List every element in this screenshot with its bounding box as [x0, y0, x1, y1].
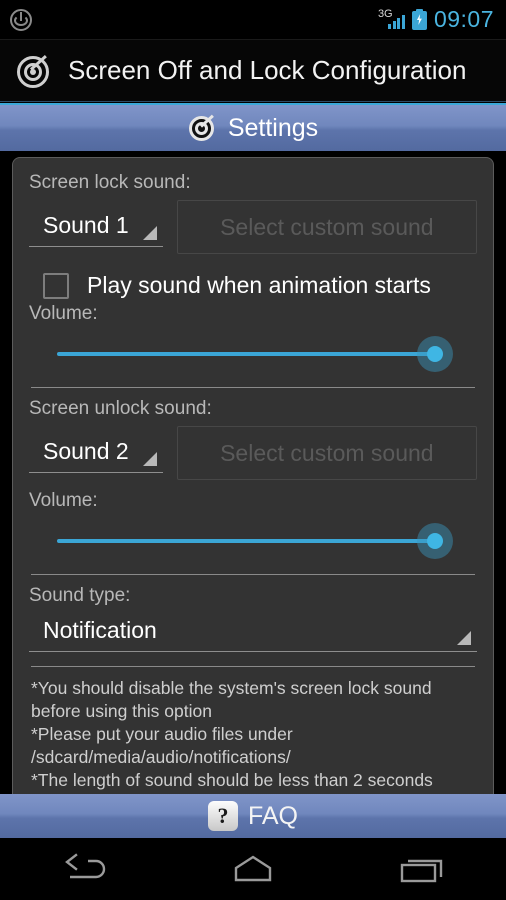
unlock-volume-label: Volume:	[29, 490, 98, 511]
question-mark-icon: ?	[207, 801, 238, 831]
settings-header: Settings	[0, 103, 506, 151]
faq-button[interactable]: ? FAQ	[0, 794, 506, 838]
lock-sound-spinner[interactable]: Sound 1	[29, 208, 163, 247]
lock-volume-thumb[interactable]	[417, 336, 453, 372]
settings-title: Settings	[227, 113, 319, 142]
app-title-bar: Screen Off and Lock Configuration	[0, 40, 506, 102]
status-bar-left	[0, 8, 32, 31]
screen-unlock-sound-label: Screen unlock sound:	[29, 398, 212, 419]
screen-unlock-sound-row: Sound 2 Select custom sound	[29, 426, 477, 480]
lock-volume-label: Volume:	[29, 303, 98, 324]
divider	[31, 574, 475, 575]
screen-lock-sound-label: Screen lock sound:	[29, 172, 191, 193]
recent-apps-icon	[394, 853, 450, 885]
target-icon	[188, 113, 218, 143]
power-icon	[10, 8, 32, 31]
unlock-volume-thumb[interactable]	[417, 523, 453, 559]
note-line-1: *You should disable the system's screen …	[31, 678, 432, 721]
back-button[interactable]	[0, 838, 169, 900]
play-sound-checkbox[interactable]	[43, 272, 69, 299]
recent-apps-button[interactable]	[337, 838, 506, 900]
unlock-volume-track	[57, 539, 431, 543]
home-icon	[225, 853, 281, 885]
battery-charging-icon	[411, 9, 427, 30]
back-icon	[58, 853, 110, 885]
lock-select-custom-sound-button[interactable]: Select custom sound	[176, 200, 477, 254]
play-sound-on-animation-row[interactable]: Play sound when animation starts	[43, 272, 477, 299]
lock-volume-track	[57, 352, 431, 356]
note-line-3: *The length of sound should be less than…	[31, 770, 433, 790]
unlock-sound-value: Sound 2	[43, 437, 129, 464]
phone-screen: 3G 09:07 Screen Off and Lock Configurati…	[0, 0, 506, 900]
settings-panel[interactable]: Screen lock sound: Sound 1 Select custom…	[12, 157, 494, 794]
status-bar-clock: 09:07	[433, 6, 494, 32]
screen-lock-sound-row: Sound 1 Select custom sound	[29, 200, 477, 254]
home-button[interactable]	[169, 838, 338, 900]
note-line-2: *Please put your audio files under /sdca…	[31, 724, 293, 767]
chevron-down-icon	[457, 631, 471, 645]
sound-type-label: Sound type:	[29, 585, 131, 606]
notes-block: *You should disable the system's screen …	[31, 677, 475, 792]
divider	[31, 666, 475, 667]
unlock-volume-slider[interactable]	[43, 518, 463, 564]
signal-bars-icon: 3G	[378, 8, 405, 31]
status-bar: 3G 09:07	[0, 0, 506, 40]
faq-label: FAQ	[247, 801, 298, 830]
play-sound-checkbox-label: Play sound when animation starts	[87, 272, 431, 298]
unlock-sound-spinner[interactable]: Sound 2	[29, 434, 163, 473]
sound-type-spinner[interactable]: Notification	[29, 613, 477, 652]
lock-volume-slider[interactable]	[43, 331, 463, 377]
status-bar-right: 3G 09:07	[378, 6, 506, 33]
navigation-bar	[0, 838, 506, 900]
chevron-down-icon	[142, 451, 157, 466]
chevron-down-icon	[142, 225, 157, 240]
divider	[31, 387, 475, 388]
sound-type-value: Notification	[43, 617, 157, 643]
target-icon	[14, 51, 54, 91]
unlock-select-custom-sound-button[interactable]: Select custom sound	[176, 426, 477, 480]
lock-sound-value: Sound 1	[43, 211, 129, 238]
app-title: Screen Off and Lock Configuration	[68, 55, 467, 85]
